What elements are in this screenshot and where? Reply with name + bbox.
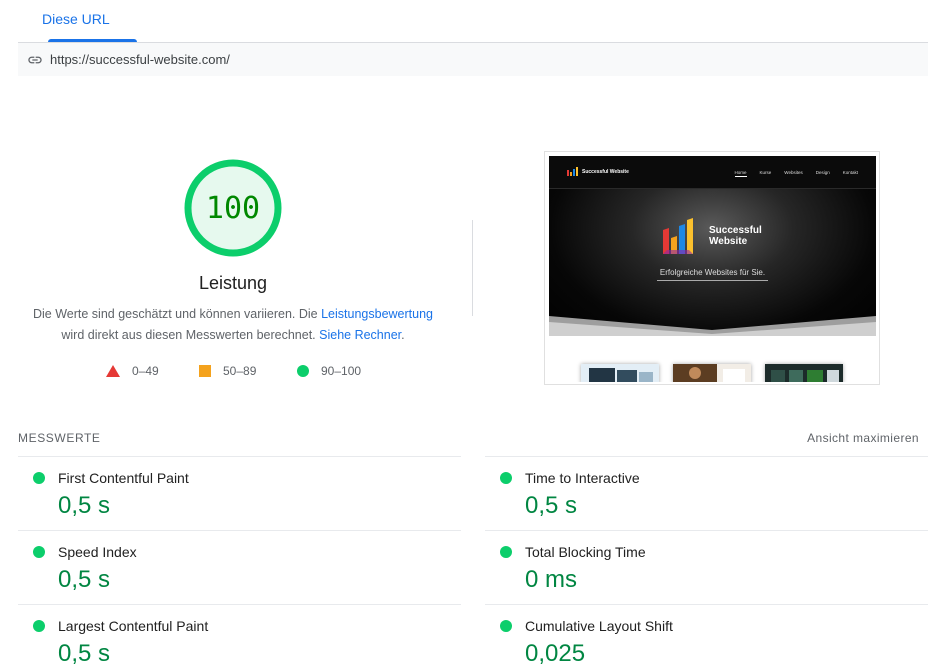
metric-cumulative-layout-shift: Cumulative Layout Shift 0,025: [485, 604, 928, 668]
metrics-heading: MESSWERTE: [18, 431, 101, 445]
final-screenshot: Successful Website Home Kurse Websites D…: [544, 151, 880, 385]
metric-value: 0,025: [525, 640, 586, 667]
thumbnail-image: [581, 364, 659, 382]
score-desc-text-2: wird direkt aus diesen Messwerten berech…: [61, 328, 320, 342]
tab-bar: Diese URL: [18, 0, 928, 43]
metrics-column-right: Time to Interactive 0,5 s Total Blocking…: [485, 456, 928, 668]
score-gauge: 100: [183, 158, 283, 258]
legend-label-average: 50–89: [223, 364, 257, 378]
circle-icon: [297, 365, 309, 377]
metric-first-contentful-paint: First Contentful Paint 0,5 s: [18, 456, 461, 530]
triangle-icon: [106, 365, 120, 377]
legend-item-average: 50–89: [199, 363, 256, 379]
metric-value: 0 ms: [525, 566, 578, 593]
metric-value: 0,5 s: [58, 492, 111, 519]
tab-this-url[interactable]: Diese URL: [42, 11, 110, 27]
score-desc-end: .: [401, 328, 405, 342]
performance-score-link[interactable]: Leistungsbewertung: [321, 307, 433, 321]
score-description: Die Werte sind geschätzt und können vari…: [28, 304, 438, 346]
screenshot-logo-text: Successful Website: [582, 168, 629, 175]
legend-item-fail: 0–49: [106, 363, 159, 379]
site-logo-icon: [567, 167, 578, 176]
thumbnail-image: [673, 364, 751, 382]
calculator-link[interactable]: Siehe Rechner: [319, 328, 401, 342]
score-title: Leistung: [198, 273, 268, 293]
page-url[interactable]: https://successful-website.com/: [50, 52, 230, 67]
square-icon: [199, 365, 211, 377]
metric-total-blocking-time: Total Blocking Time 0 ms: [485, 530, 928, 604]
screenshot-thumbnails: [549, 336, 876, 382]
screenshot-menu-item: Design: [815, 170, 830, 175]
brand-name-line2: Website: [709, 236, 748, 247]
metrics-column-left: First Contentful Paint 0,5 s Speed Index…: [18, 456, 461, 668]
screenshot-brand: Successful Website: [661, 216, 762, 256]
metric-largest-contentful-paint: Largest Contentful Paint 0,5 s: [18, 604, 461, 668]
metric-name: Largest Contentful Paint: [58, 618, 209, 634]
url-bar: https://successful-website.com/: [18, 43, 928, 76]
screenshot-logo: Successful Website: [567, 167, 629, 177]
pass-circle-icon: [33, 546, 45, 558]
metric-name: Time to Interactive: [525, 470, 640, 486]
thumbnail-image: [765, 364, 843, 382]
score-desc-text-1: Die Werte sind geschätzt und können vari…: [32, 307, 322, 321]
metric-value: 0,5 s: [58, 566, 111, 593]
screenshot-menu-item: Home: [734, 170, 747, 177]
screenshot-slogan: Erfolgreiche Websites für Sie.: [659, 268, 766, 277]
screenshot-brand-text: Successful Website: [705, 225, 762, 247]
pass-circle-icon: [33, 472, 45, 484]
legend-label-fail: 0–49: [132, 364, 159, 378]
brand-name-line1: Successful: [709, 225, 762, 236]
screenshot-menu-item: Websites: [784, 170, 803, 175]
expand-view-button[interactable]: Ansicht maximieren: [807, 431, 919, 445]
screenshot-menu: Home Kurse Websites Design Kontakt: [734, 170, 858, 177]
pass-circle-icon: [500, 546, 512, 558]
metric-time-to-interactive: Time to Interactive 0,5 s: [485, 456, 928, 530]
metric-name: Total Blocking Time: [525, 544, 646, 560]
divider: [472, 220, 473, 316]
legend-label-pass: 90–100: [321, 364, 362, 378]
pass-circle-icon: [500, 472, 512, 484]
slogan-underline: [657, 280, 768, 281]
pass-circle-icon: [33, 620, 45, 632]
screenshot-menu-item: Kurse: [759, 170, 772, 175]
metric-value: 0,5 s: [525, 492, 578, 519]
screenshot-menu-item: Kontakt: [842, 170, 858, 175]
link-icon: [27, 52, 43, 68]
metric-name: First Contentful Paint: [58, 470, 189, 486]
legend-item-pass: 90–100: [297, 363, 361, 379]
score-value: 100: [205, 190, 261, 226]
metric-name: Cumulative Layout Shift: [525, 618, 673, 634]
pass-circle-icon: [500, 620, 512, 632]
brand-logo-icon: [663, 218, 693, 254]
metric-speed-index: Speed Index 0,5 s: [18, 530, 461, 604]
metric-value: 0,5 s: [58, 640, 111, 667]
screenshot-hero: Successful Website Home Kurse Websites D…: [549, 156, 876, 336]
screenshot-content: Successful Website Home Kurse Websites D…: [549, 156, 876, 382]
hero-bottom-shape: [549, 316, 876, 336]
screenshot-nav: Successful Website Home Kurse Websites D…: [549, 156, 876, 189]
metric-name: Speed Index: [58, 544, 137, 560]
tab-active-indicator: [48, 39, 137, 42]
